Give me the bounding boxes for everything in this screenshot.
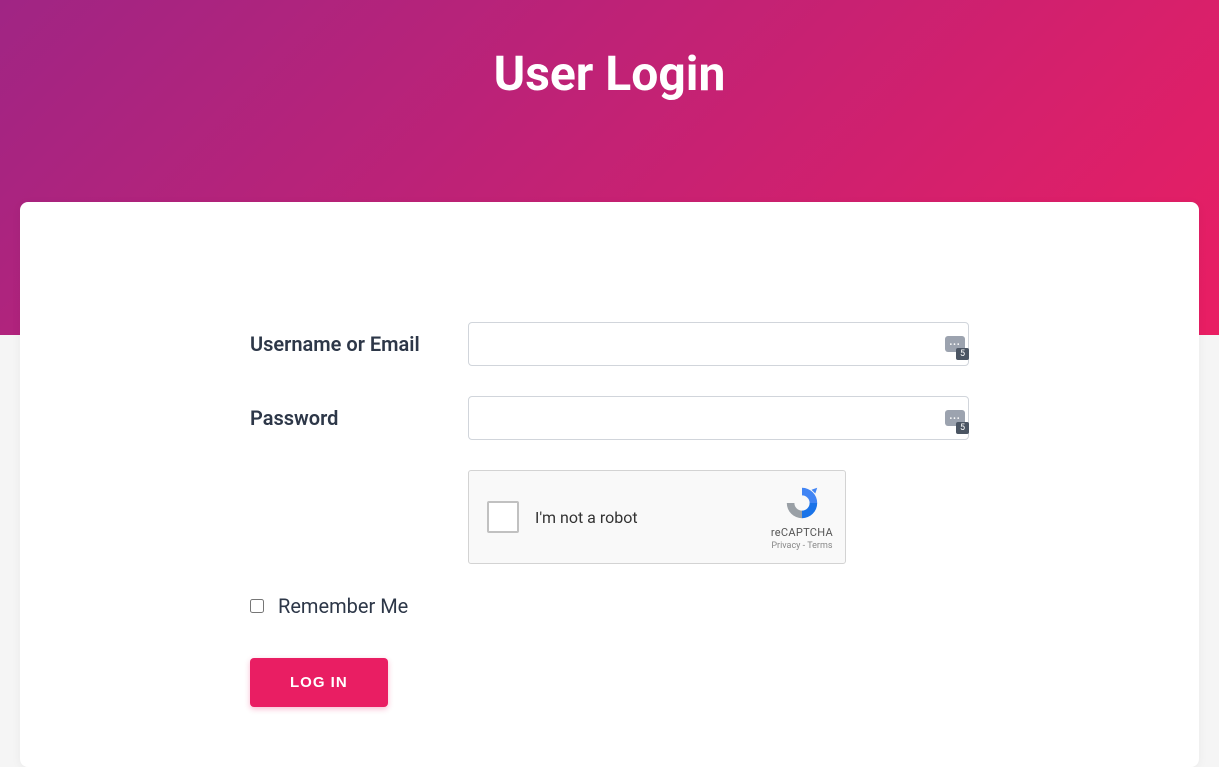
remember-checkbox[interactable] <box>250 599 264 613</box>
password-input-wrapper: 5 <box>468 396 969 440</box>
username-label: Username or Email <box>250 332 468 356</box>
password-input[interactable] <box>468 396 969 440</box>
remember-row: Remember Me <box>250 594 969 618</box>
login-card: Username or Email 5 Password 5 I'm not a… <box>20 202 1199 767</box>
password-manager-icon[interactable]: 5 <box>945 410 965 426</box>
recaptcha-branding: reCAPTCHA Privacy - Terms <box>771 484 833 551</box>
password-manager-count: 5 <box>956 348 969 360</box>
recaptcha-links: Privacy - Terms <box>771 541 832 551</box>
password-manager-icon[interactable]: 5 <box>945 336 965 352</box>
recaptcha-widget: I'm not a robot reCAPTCHA Privacy - Term… <box>468 470 846 564</box>
recaptcha-spacer <box>250 470 468 564</box>
username-input[interactable] <box>468 322 969 366</box>
username-row: Username or Email 5 <box>250 322 969 366</box>
password-row: Password 5 <box>250 396 969 440</box>
recaptcha-checkbox[interactable] <box>487 501 519 533</box>
login-button[interactable]: LOG IN <box>250 658 388 707</box>
recaptcha-text: I'm not a robot <box>535 508 638 527</box>
recaptcha-brand-text: reCAPTCHA <box>771 526 833 539</box>
recaptcha-row: I'm not a robot reCAPTCHA Privacy - Term… <box>250 470 969 564</box>
page-title: User Login <box>0 0 1219 102</box>
recaptcha-logo-icon <box>783 484 821 522</box>
remember-label[interactable]: Remember Me <box>278 594 408 618</box>
recaptcha-privacy-link[interactable]: Privacy <box>771 541 800 551</box>
recaptcha-terms-link[interactable]: Terms <box>807 541 832 551</box>
username-input-wrapper: 5 <box>468 322 969 366</box>
password-label: Password <box>250 406 468 430</box>
password-manager-count: 5 <box>956 422 969 434</box>
